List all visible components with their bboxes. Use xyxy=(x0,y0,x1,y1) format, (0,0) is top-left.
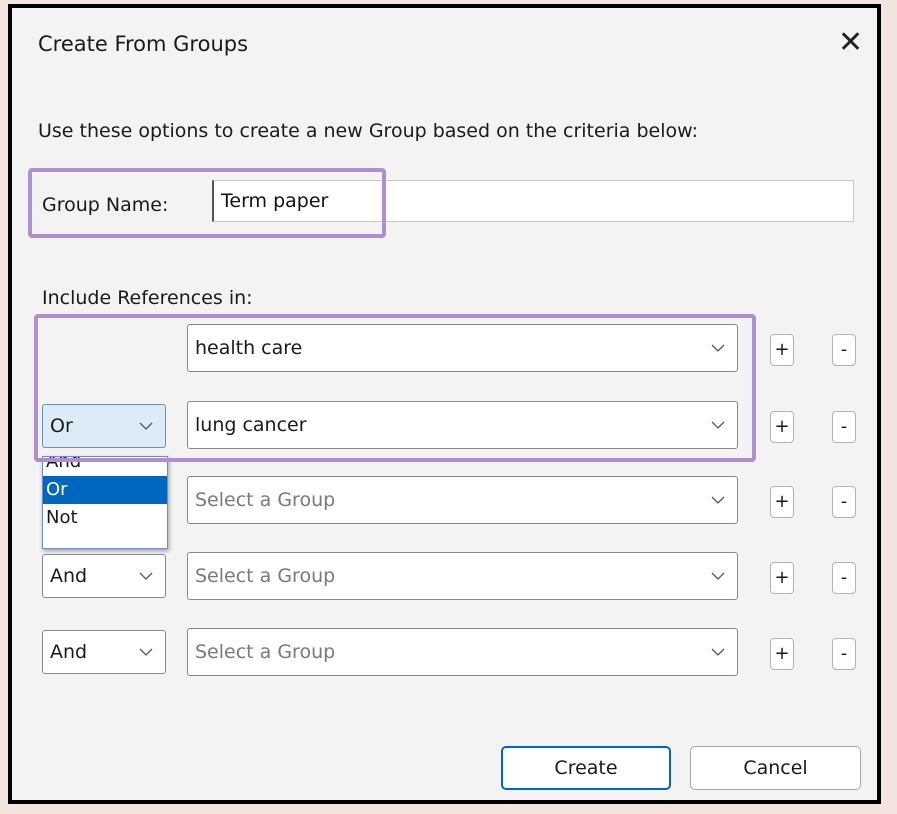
group-select-1[interactable]: health care xyxy=(187,324,738,372)
add-row-button[interactable]: + xyxy=(770,486,794,518)
dialog-description: Use these options to create a new Group … xyxy=(38,120,699,142)
chevron-down-icon xyxy=(711,496,725,504)
create-button[interactable]: Create xyxy=(501,746,671,790)
option-not[interactable]: Not xyxy=(43,504,167,532)
option-or[interactable]: Or xyxy=(43,476,167,504)
chevron-down-icon xyxy=(139,422,153,430)
remove-row-button[interactable]: - xyxy=(832,411,856,443)
group-select-placeholder: Select a Group xyxy=(195,489,336,511)
chevron-down-icon xyxy=(711,344,725,352)
remove-row-button[interactable]: - xyxy=(832,562,856,594)
add-row-button[interactable]: + xyxy=(770,562,794,594)
option-and[interactable]: And xyxy=(43,457,167,476)
operator-select-value: And xyxy=(50,641,88,663)
remove-row-button[interactable]: - xyxy=(832,334,856,366)
chevron-down-icon xyxy=(711,648,725,656)
operator-dropdown-list: And Or Not xyxy=(42,456,168,549)
group-select-value: health care xyxy=(195,337,303,359)
chevron-down-icon xyxy=(711,572,725,580)
remove-row-button[interactable]: - xyxy=(832,486,856,518)
operator-select-value: Or xyxy=(50,415,73,437)
group-name-input[interactable] xyxy=(212,180,854,222)
create-from-groups-dialog: Create From Groups ✕ Use these options t… xyxy=(8,4,881,804)
dialog-title: Create From Groups xyxy=(38,32,249,56)
cancel-button[interactable]: Cancel xyxy=(690,746,861,790)
operator-select-value: And xyxy=(50,565,88,587)
group-select-2[interactable]: lung cancer xyxy=(187,401,738,449)
group-name-label: Group Name: xyxy=(42,194,169,216)
group-select-5[interactable]: Select a Group xyxy=(187,628,738,676)
operator-select-2[interactable]: Or xyxy=(42,404,166,448)
operator-select-5[interactable]: And xyxy=(42,630,166,674)
add-row-button[interactable]: + xyxy=(770,638,794,670)
group-select-3[interactable]: Select a Group xyxy=(187,476,738,524)
add-row-button[interactable]: + xyxy=(770,411,794,443)
close-icon[interactable]: ✕ xyxy=(838,26,863,60)
remove-row-button[interactable]: - xyxy=(832,638,856,670)
chevron-down-icon xyxy=(139,572,153,580)
chevron-down-icon xyxy=(139,648,153,656)
group-select-placeholder: Select a Group xyxy=(195,641,336,663)
group-select-value: lung cancer xyxy=(195,414,307,436)
chevron-down-icon xyxy=(711,421,725,429)
group-select-4[interactable]: Select a Group xyxy=(187,552,738,600)
operator-select-4[interactable]: And xyxy=(42,554,166,598)
group-select-placeholder: Select a Group xyxy=(195,565,336,587)
add-row-button[interactable]: + xyxy=(770,334,794,366)
include-references-label: Include References in: xyxy=(42,287,253,309)
